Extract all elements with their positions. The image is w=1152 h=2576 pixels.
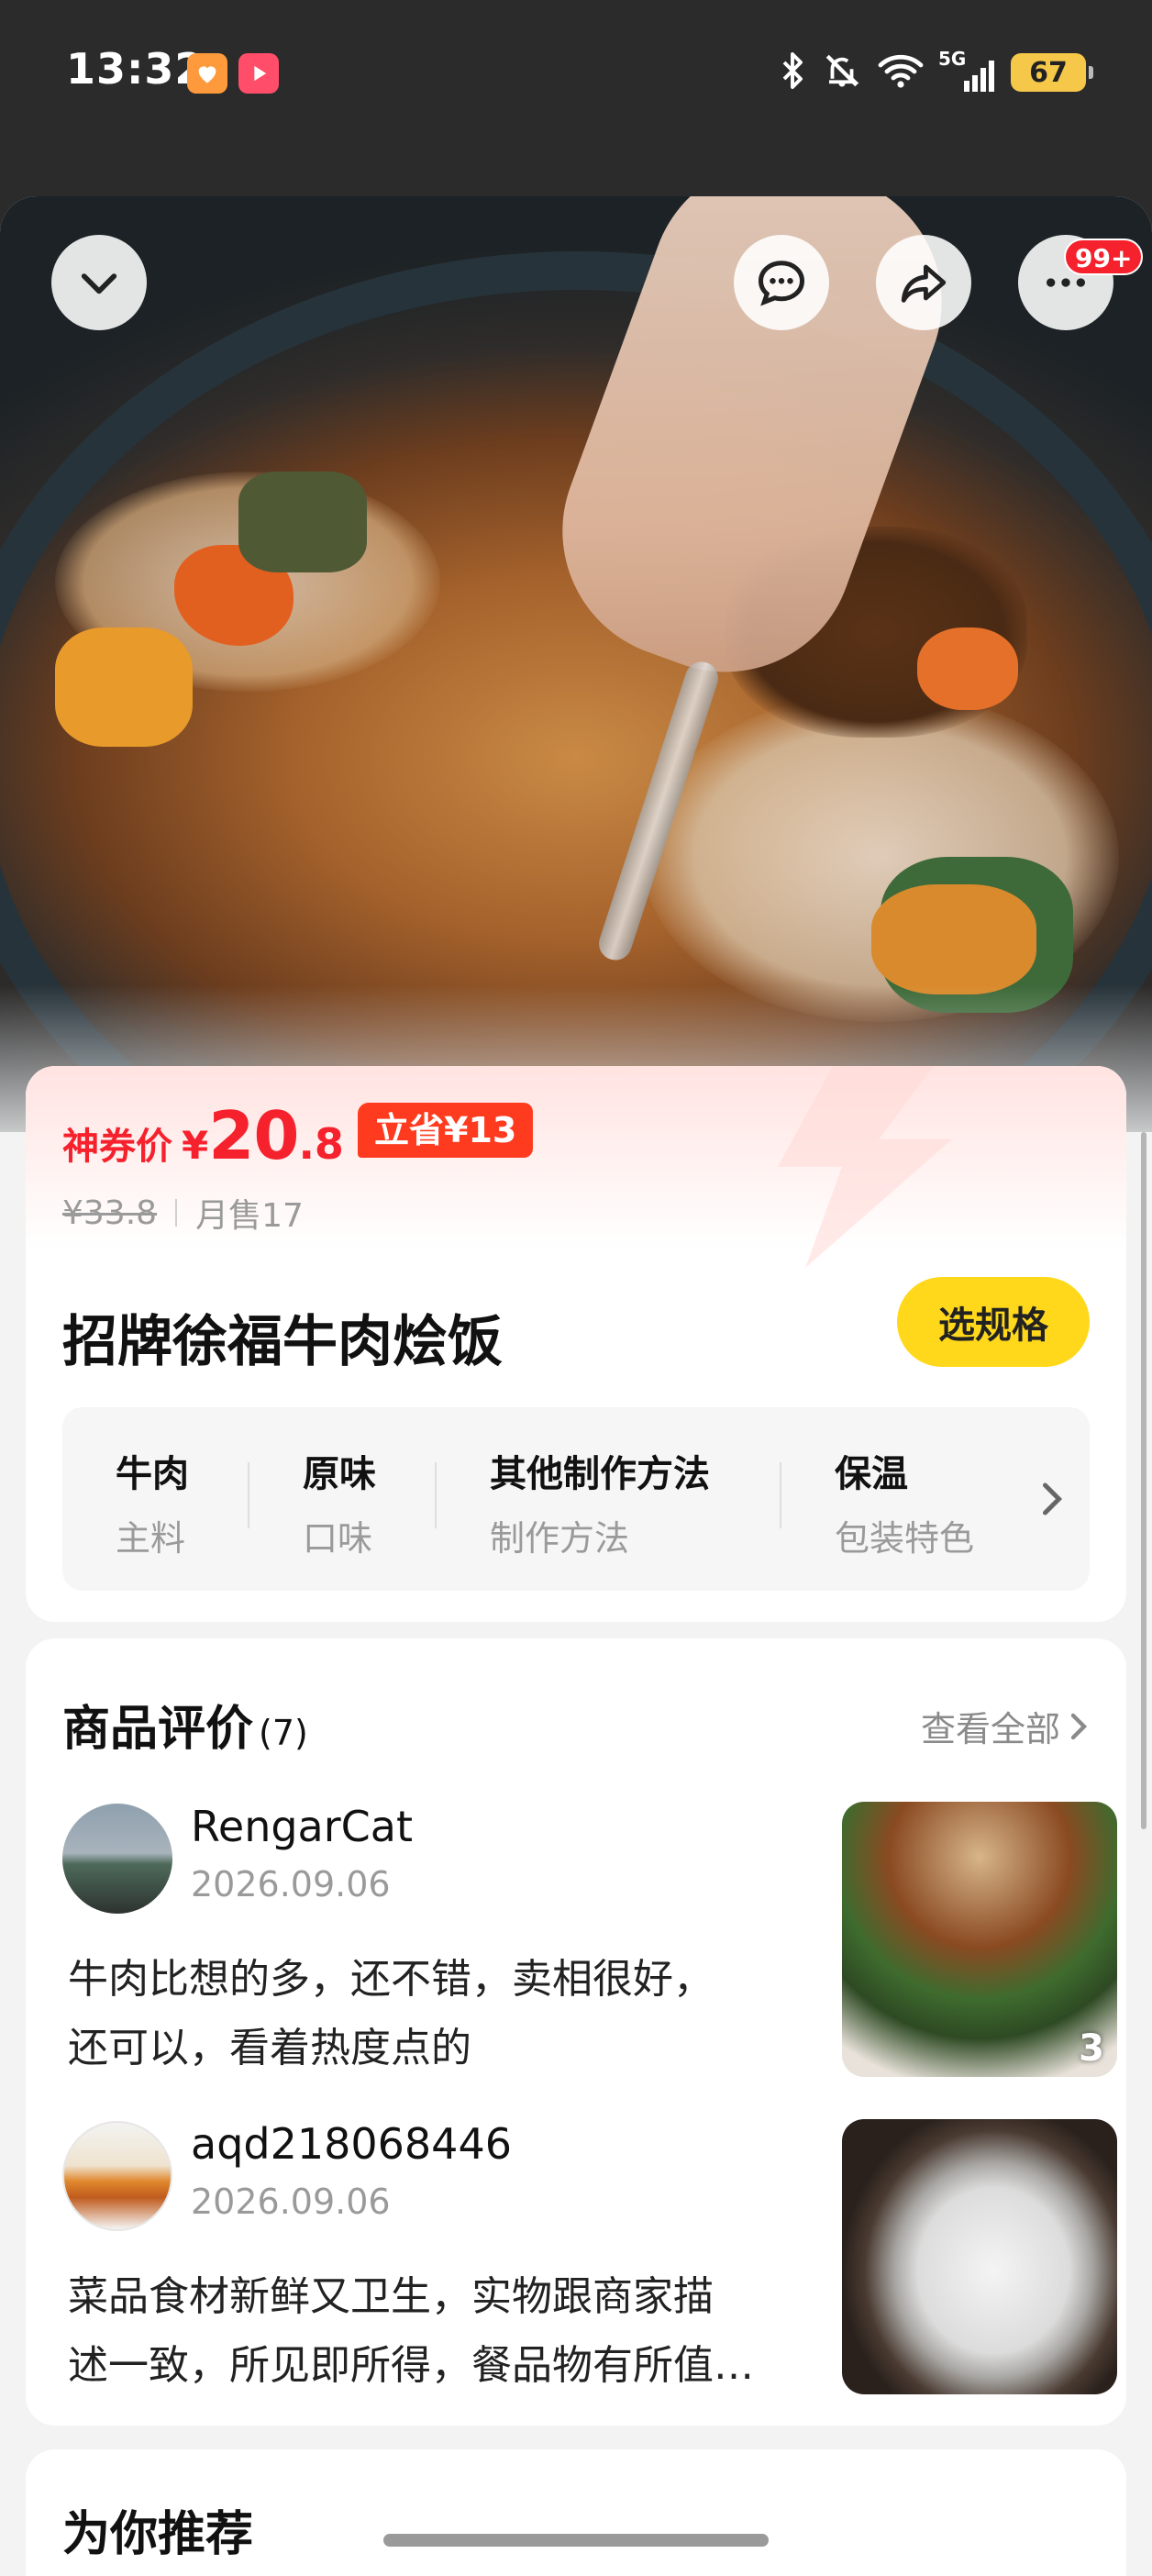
review-photo[interactable]: 3 [842,1802,1117,2077]
savings-tag: 立省¥13 [358,1103,534,1158]
share-button[interactable] [876,235,971,330]
review-photo[interactable] [842,2119,1117,2394]
status-time: 13:32 [66,44,205,94]
product-info-card: 神券价 ¥ 20 .8 立省¥13 ¥33.8 月售17 招牌徐福牛肉烩饭 选规… [26,1066,1126,1622]
attribute-list[interactable]: 牛肉 主料 原味 口味 其他制作方法 制作方法 保温 包装特色 [62,1407,1090,1591]
chevron-right-icon [1070,1713,1088,1739]
chevron-down-icon [81,273,117,294]
share-icon [901,264,947,303]
signal-icon: 5G [938,48,994,92]
review-date: 2026.09.06 [191,1864,391,1904]
video-app-icon [238,53,279,94]
scrollbar[interactable] [1141,1132,1146,1829]
divider [175,1199,178,1227]
price-label: 神券价 [62,1126,172,1168]
collapse-button[interactable] [51,235,147,330]
review-username: aqd218068446 [191,2119,512,2169]
heart-app-icon [187,53,227,94]
battery-icon: 67 [1011,53,1093,92]
avatar[interactable] [62,1804,172,1914]
price-currency: ¥ [182,1123,209,1168]
price-row: 神券价 ¥ 20 .8 [62,1097,344,1174]
wifi-icon [878,52,924,93]
chat-icon [758,261,805,306]
product-detail-sheet[interactable]: 99+ 神券价 ¥ 20 .8 立省¥13 ¥33.8 月售17 招牌徐福牛肉烩… [0,196,1152,2576]
status-icons: 5G 67 [779,48,1093,95]
original-price-row: ¥33.8 月售17 [62,1189,304,1237]
chat-button[interactable] [734,235,829,330]
review-username: RengarCat [191,1802,413,1851]
bolt-decoration-icon [778,1066,952,1268]
reviews-card: 商品评价 (7) 查看全部 RengarCat 2026.09.06 牛肉比想的… [26,1638,1126,2426]
photo-count: 3 [1079,2027,1104,2070]
recommend-card: 为你推荐 [26,2449,1126,2576]
avatar[interactable] [62,2121,172,2231]
mute-icon [823,51,861,94]
review-item[interactable]: RengarCat 2026.09.06 牛肉比想的多，还不错，卖相很好， 还可… [62,1802,1117,2077]
chevron-right-icon[interactable] [1038,1481,1066,1517]
review-text: 菜品食材新鲜又卫生，实物跟商家描 述一致，所见即所得，餐品物有所值… [68,2273,754,2389]
bluetooth-icon [779,51,806,94]
product-photo[interactable] [0,196,1152,1132]
attribute-item: 牛肉 主料 [116,1453,189,1559]
attribute-item: 原味 口味 [303,1453,376,1559]
home-indicator[interactable] [383,2534,769,2547]
notification-badge: 99+ [1064,239,1144,275]
monthly-sales: 月售17 [195,1197,304,1235]
price-integer: 20 [208,1097,299,1174]
recommend-title: 为你推荐 [62,2507,254,2562]
price-decimal: .8 [298,1119,344,1169]
choose-spec-button[interactable]: 选规格 [897,1277,1090,1367]
attribute-item: 其他制作方法 制作方法 [490,1453,710,1559]
status-bar: 13:32 5G 67 [0,0,1152,147]
reviews-count: (7) [259,1713,308,1753]
review-item[interactable]: aqd218068446 2026.09.06 菜品食材新鲜又卫生，实物跟商家描… [62,2119,1117,2394]
reviews-title: 商品评价 (7) [62,1702,308,1757]
network-type: 5G [938,48,967,70]
review-date: 2026.09.06 [191,2182,391,2222]
attribute-item: 保温 包装特色 [835,1453,975,1559]
review-text: 牛肉比想的多，还不错，卖相很好， 还可以，看着热度点的 [68,1956,714,2071]
view-all-reviews-link[interactable]: 查看全部 [921,1701,1090,1751]
original-price: ¥33.8 [62,1194,158,1232]
product-name: 招牌徐福牛肉烩饭 [62,1310,503,1374]
